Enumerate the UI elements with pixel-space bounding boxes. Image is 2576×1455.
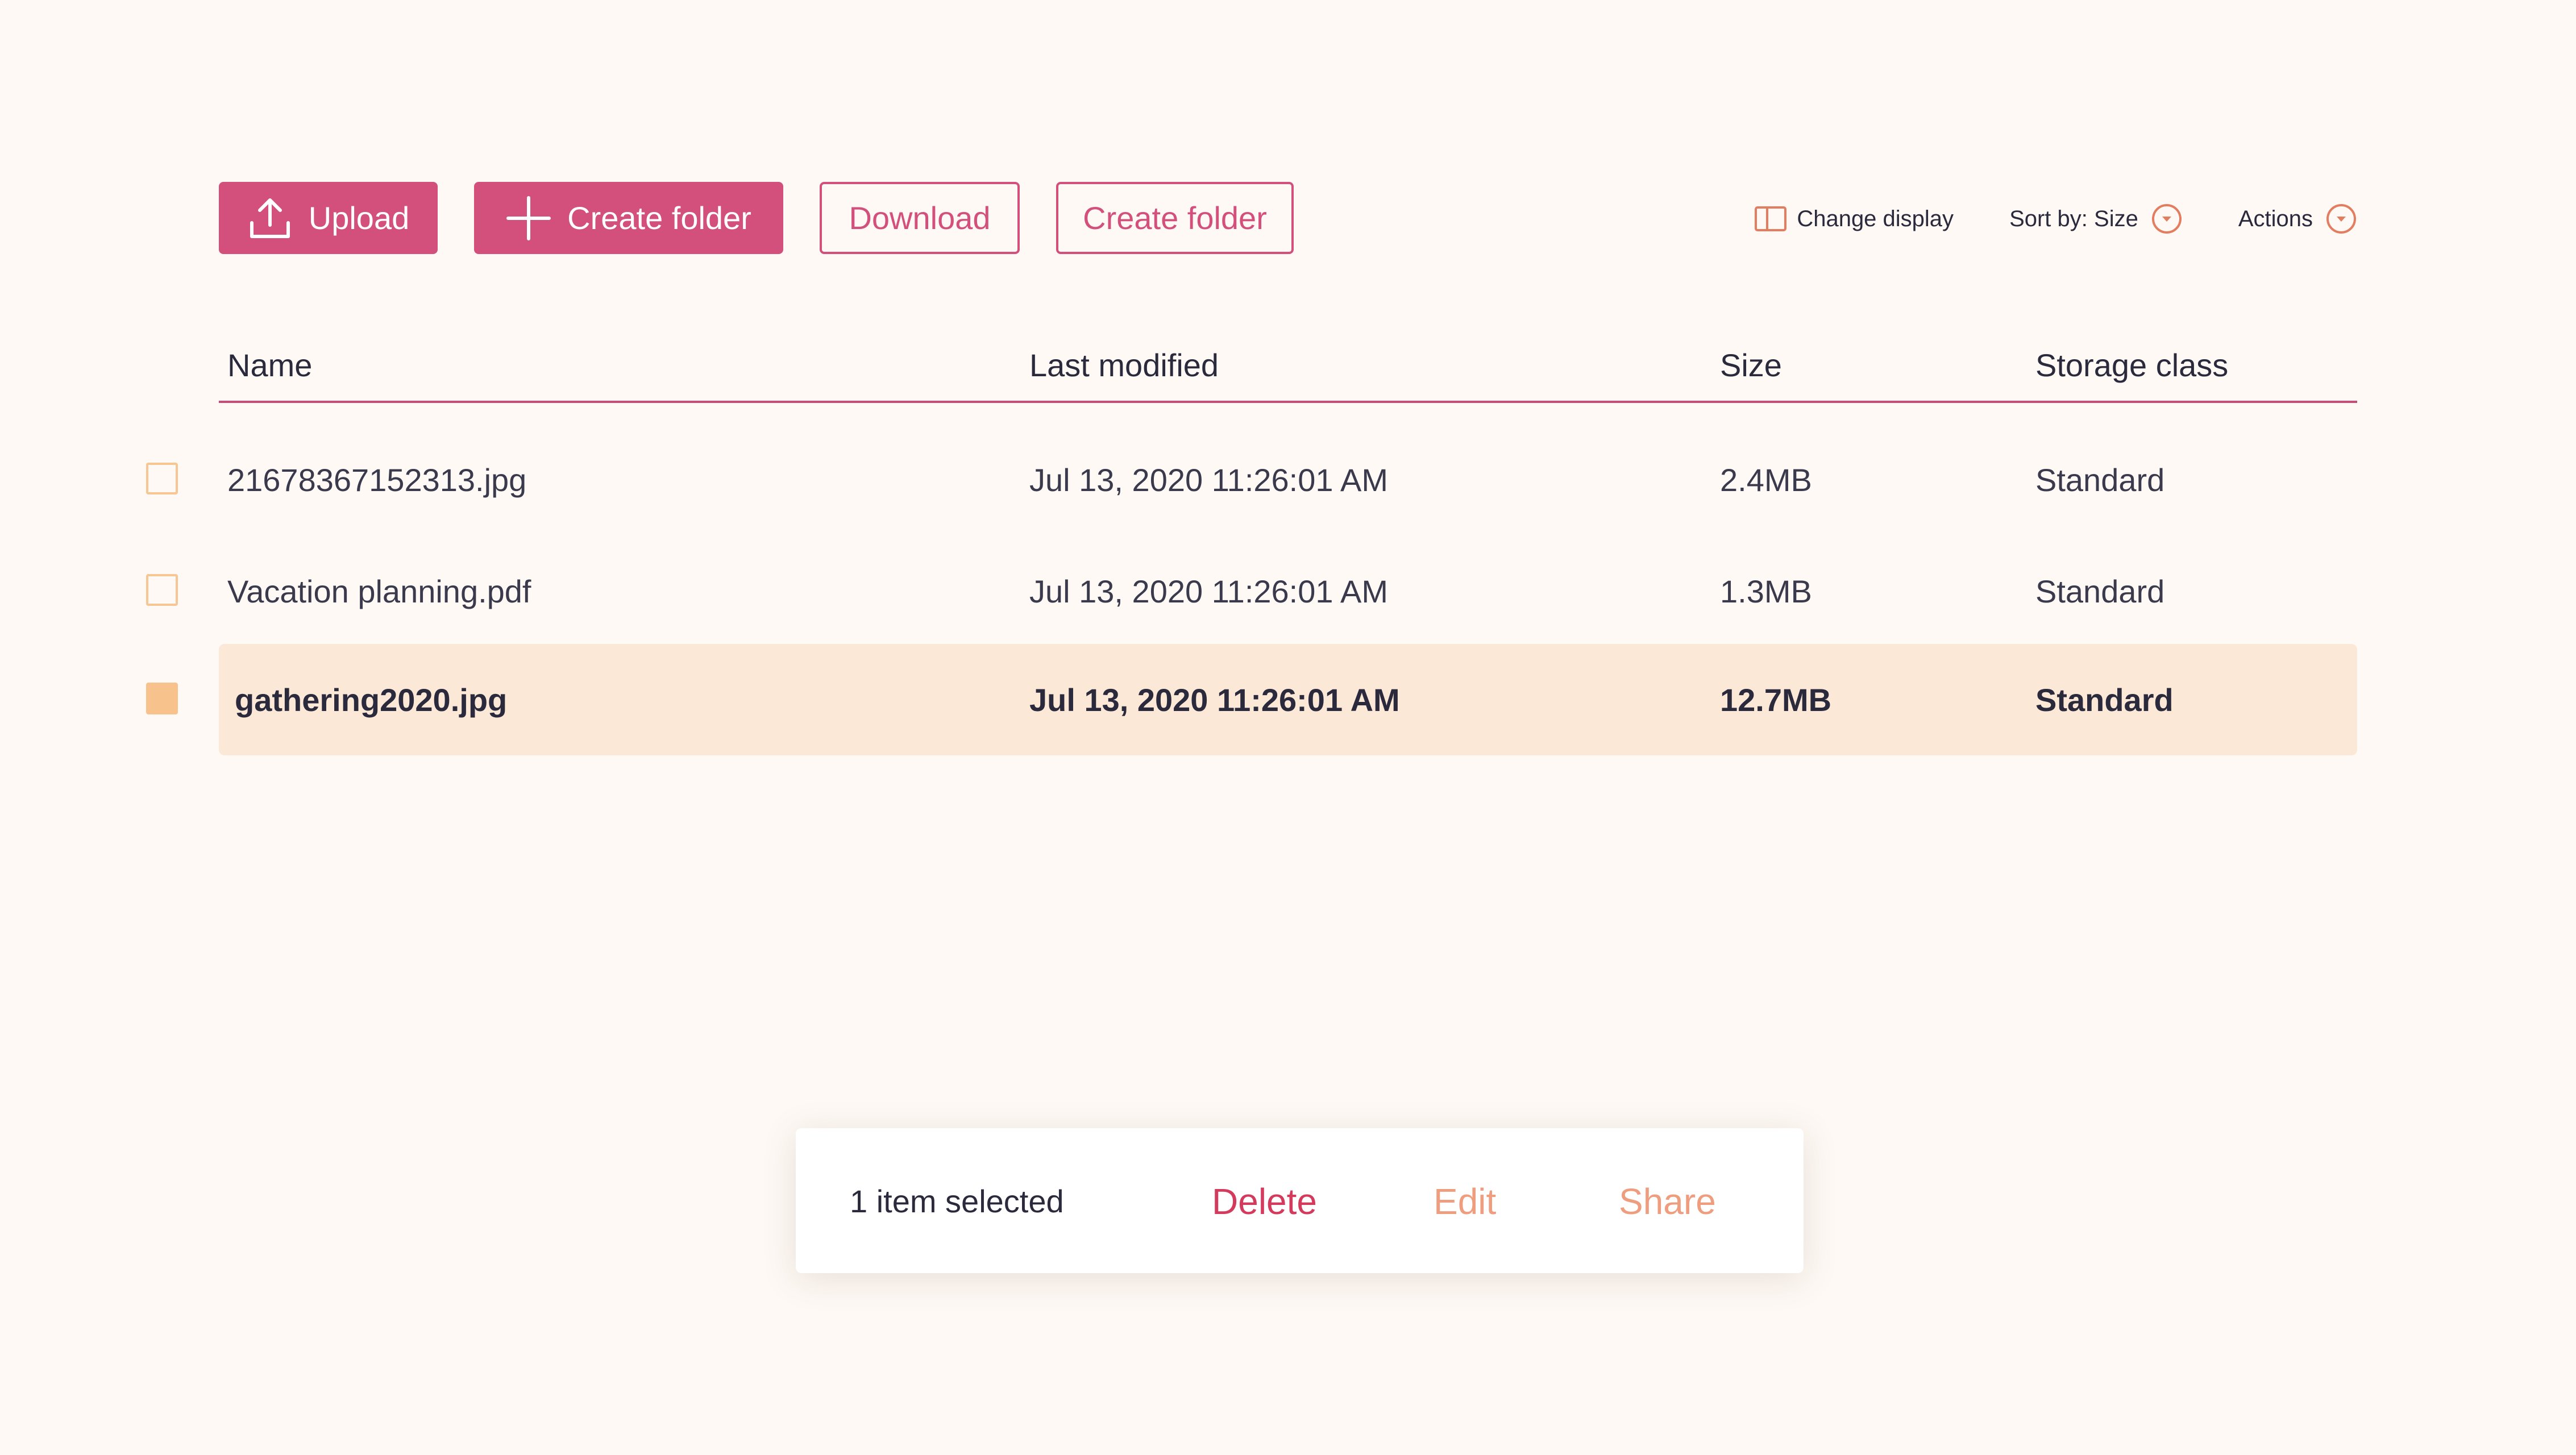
row-checkbox-checked[interactable] [146,683,178,714]
last-modified: Jul 13, 2020 11:26:01 AM [1029,573,1388,609]
share-button[interactable]: Share [1619,1180,1716,1223]
columns-icon [1755,206,1787,231]
row-checkbox[interactable] [146,574,178,606]
upload-label: Upload [308,200,410,236]
column-header-last-modified[interactable]: Last modified [1029,347,1219,384]
plus-icon [506,196,551,241]
storage-class: Standard [2035,462,2165,498]
table-row-selected[interactable]: gathering2020.jpg Jul 13, 2020 11:26:01 … [146,644,2357,755]
upload-icon [247,196,293,241]
table-header: Name Last modified Size Storage class [219,341,2357,403]
file-name: 21678367152313.jpg [227,462,527,498]
create-folder-outline-button[interactable]: Create folder [1056,182,1294,254]
actions-label: Actions [2238,206,2313,231]
column-header-storage-class[interactable]: Storage class [2035,347,2228,384]
chevron-circle-down-icon [2325,203,2357,235]
actions-dropdown[interactable]: Actions [2238,203,2357,235]
create-folder-outline-label: Create folder [1083,200,1267,236]
file-name: Vacation planning.pdf [227,573,531,609]
sort-label: Sort by: Size [2009,206,2138,231]
create-folder-button[interactable]: Create folder [474,182,783,254]
column-header-name[interactable]: Name [227,347,312,384]
download-label: Download [849,200,991,236]
delete-button[interactable]: Delete [1212,1180,1317,1223]
download-button[interactable]: Download [820,182,1020,254]
column-header-size[interactable]: Size [1720,347,1782,384]
selection-count: 1 item selected [850,1183,1064,1219]
create-folder-label: Create folder [567,200,751,236]
change-display-button[interactable]: Change display [1755,206,1954,232]
chevron-circle-down-icon [2151,203,2183,235]
file-size: 12.7MB [1720,682,1832,718]
selection-action-bar: 1 item selected Delete Edit Share [796,1128,1804,1273]
table-row[interactable]: 21678367152313.jpg Jul 13, 2020 11:26:01… [146,424,2357,535]
file-name: gathering2020.jpg [235,682,508,718]
file-size: 2.4MB [1720,462,1812,498]
change-display-label: Change display [1797,206,1954,231]
view-controls: Change display Sort by: Size Actions [1755,196,2357,242]
file-size: 1.3MB [1720,573,1812,609]
file-table: Name Last modified Size Storage class 21… [146,341,2357,755]
last-modified: Jul 13, 2020 11:26:01 AM [1029,462,1388,498]
storage-class: Standard [2035,682,2174,718]
upload-button[interactable]: Upload [219,182,438,254]
last-modified: Jul 13, 2020 11:26:01 AM [1029,682,1400,718]
storage-class: Standard [2035,573,2165,609]
row-checkbox[interactable] [146,463,178,494]
edit-button[interactable]: Edit [1434,1180,1496,1223]
sort-dropdown[interactable]: Sort by: Size [2009,203,2183,235]
table-row[interactable]: Vacation planning.pdf Jul 13, 2020 11:26… [146,535,2357,647]
toolbar: Upload Create folder Download Create fol… [219,182,1294,254]
